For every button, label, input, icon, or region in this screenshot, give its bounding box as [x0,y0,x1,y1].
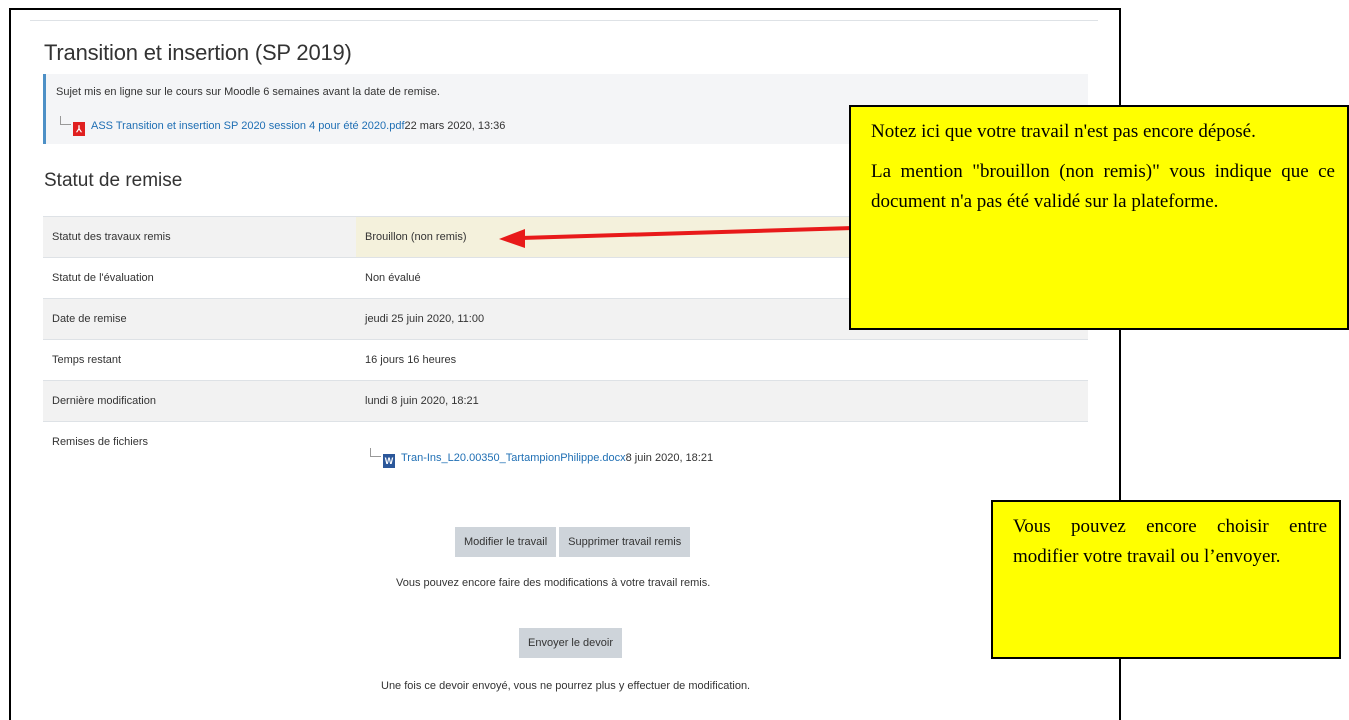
row-value: Non évalué [365,272,421,284]
choice-callout: Vous pouvez encore choisir entre modifie… [991,500,1341,659]
row-label: Temps restant [52,354,122,366]
submit-assignment-button[interactable]: Envoyer le devoir [519,628,622,658]
row-value: lundi 8 juin 2020, 18:21 [365,395,479,407]
submitted-file-date: 8 juin 2020, 18:21 [625,452,714,464]
edit-actions: Modifier le travail Supprimer travail rem… [455,527,691,557]
remove-submission-button[interactable]: Supprimer travail remis [559,527,691,557]
callout-paragraph: La mention "brouillon (non remis)" vous … [871,161,1335,212]
red-arrow-icon [499,226,854,248]
tree-branch-icon [60,116,71,125]
page-title: Transition et insertion (SP 2019) [44,40,352,65]
row-label: Remises de fichiers [52,436,148,448]
intro-text: Sujet mis en ligne sur le cours sur Mood… [56,86,440,98]
intro-attachment: ⅄ ASS Transition et insertion SP 2020 ses… [60,116,505,136]
header-divider [30,20,1098,21]
submit-note: Une fois ce devoir envoyé, vous ne pourr… [381,680,751,692]
row-value: jeudi 25 juin 2020, 11:00 [365,313,485,325]
row-label: Date de remise [52,313,127,325]
row-label: Statut des travaux remis [52,231,171,243]
row-label: Dernière modification [52,395,156,407]
row-value: 16 jours 16 heures [365,354,457,366]
intro-file-link[interactable]: ASS Transition et insertion SP 2020 sess… [91,120,405,132]
callout-paragraph: Notez ici que votre travail n'est pas en… [871,121,1256,142]
draft-status-callout: Notez ici que votre travail n'est pas en… [849,105,1349,330]
table-row-last-modified: Dernière modification lundi 8 juin 2020,… [43,380,1088,421]
table-row-file-submissions: Remises de fichiers W Tran-Ins_L20.00350_… [43,421,1088,598]
row-label: Statut de l'évaluation [52,272,154,284]
submitted-file: W Tran-Ins_L20.00350_TartampionPhilippe.d… [370,448,713,468]
row-value-draft-status: Brouillon (non remis) [365,231,467,243]
edit-submission-button[interactable]: Modifier le travail [455,527,557,557]
section-title: Statut de remise [44,170,183,191]
intro-file-date: 22 mars 2020, 13:36 [404,120,506,132]
submitted-file-link[interactable]: Tran-Ins_L20.00350_TartampionPhilippe.do… [401,452,626,464]
tree-branch-icon [370,448,381,457]
edit-note: Vous pouvez encore faire des modificatio… [396,577,711,589]
word-file-icon: W [383,454,395,468]
callout-paragraph: Vous pouvez encore choisir entre modifie… [1013,516,1327,567]
table-row-time-remaining: Temps restant 16 jours 16 heures [43,339,1088,380]
pdf-file-icon: ⅄ [73,122,85,136]
